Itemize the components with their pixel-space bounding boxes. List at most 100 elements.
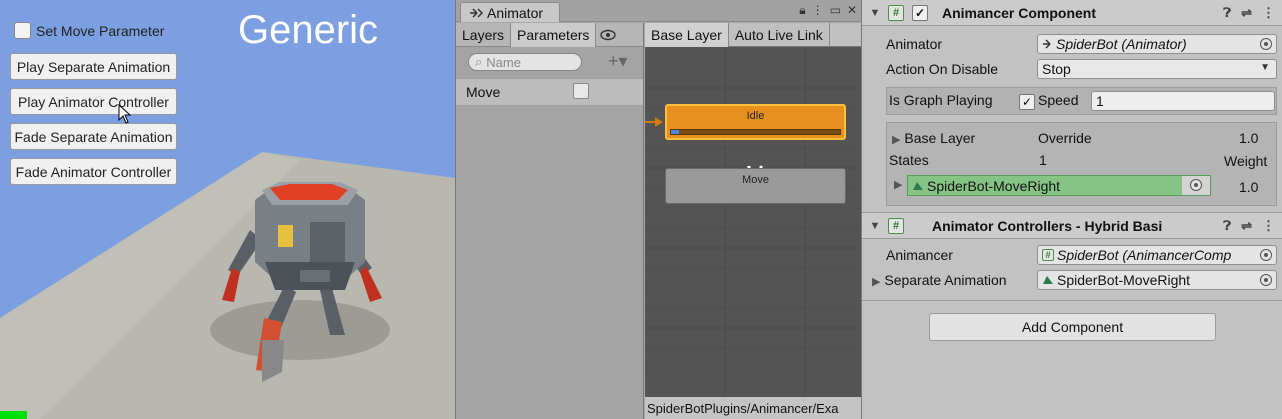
close-icon[interactable]: ✕ — [847, 3, 857, 18]
search-placeholder: Name — [486, 54, 521, 70]
state-foldout-icon[interactable]: ▶ — [894, 178, 902, 191]
foldout-right-icon: ▶ — [892, 134, 901, 146]
editor-root: Generic Set Move Parameter Play Separate… — [0, 0, 1282, 419]
play-separate-animation-button[interactable]: Play Separate Animation — [10, 53, 177, 80]
lock-icon[interactable]: 🔒︎ — [799, 3, 805, 18]
parameter-search-input[interactable]: ⌕ Name — [468, 53, 582, 71]
foldout-icon[interactable]: ▼ — [868, 220, 882, 232]
maximize-icon[interactable]: ▭ — [830, 3, 841, 18]
idle-progress-fill — [671, 130, 680, 134]
object-picker-icon[interactable] — [1260, 274, 1272, 286]
tab-layers[interactable]: Layers — [456, 23, 512, 47]
action-on-disable-label: Action On Disable — [886, 61, 999, 77]
inspector-panel: ▼ # ✓ Animancer Component ❓︎ ⇌ ⋮ Animato… — [861, 0, 1282, 419]
help-icon[interactable]: ❓︎ — [1223, 5, 1231, 21]
header-icons: ❓︎ ⇌ ⋮ — [1223, 5, 1275, 21]
state-row-spiderbot-moveright[interactable]: SpiderBot-MoveRight — [907, 175, 1211, 196]
menu-icon[interactable]: ⋮ — [812, 3, 824, 18]
speed-input[interactable]: 1 — [1091, 91, 1275, 111]
animator-icon — [470, 7, 483, 18]
help-icon[interactable]: ❓︎ — [1223, 218, 1231, 234]
fade-animator-controller-button[interactable]: Fade Animator Controller — [10, 158, 177, 185]
states-count: 1 — [1039, 152, 1047, 168]
set-move-parameter-toggle[interactable]: Set Move Parameter — [14, 22, 164, 39]
animator-icon — [1043, 39, 1051, 49]
eye-icon[interactable] — [596, 23, 617, 46]
component-title: Animator Controllers - Hybrid Basi — [932, 217, 1163, 234]
menu-icon[interactable]: ⋮ — [1262, 218, 1275, 234]
asset-path-footer: SpiderBotPlugins/Animancer/Exa — [645, 397, 861, 419]
animancer-component-header[interactable]: ▼ # ✓ Animancer Component ❓︎ ⇌ ⋮ — [862, 0, 1282, 26]
add-parameter-icon[interactable]: +▾ — [608, 51, 628, 72]
action-value: Stop — [1042, 61, 1071, 77]
layer-weight: 1.0 — [1239, 130, 1259, 146]
base-layer-label: Base Layer — [904, 130, 976, 146]
animator-titlebar: Animator 🔒︎ ⋮ ▭ ✕ — [456, 0, 861, 22]
parameter-row-move[interactable]: Move — [456, 79, 643, 105]
parameters-panel: Layers Parameters ⌕ Name +▾ Move — [456, 23, 644, 419]
graph-toolbar: Base Layer Auto Live Link — [645, 23, 861, 47]
add-component-button[interactable]: Add Component — [929, 313, 1216, 341]
hybrid-component-header[interactable]: ▼ # Animator Controllers - Hybrid Basi ❓… — [862, 213, 1282, 239]
play-animator-controller-button[interactable]: Play Animator Controller — [10, 88, 177, 115]
speed-label: Speed — [1038, 92, 1079, 108]
script-icon: # — [888, 4, 904, 21]
graph-grid — [645, 48, 861, 396]
foldout-icon[interactable]: ▼ — [868, 7, 882, 19]
separate-animation-object-field[interactable]: SpiderBot-MoveRight — [1037, 270, 1277, 290]
animation-clip-icon — [1043, 276, 1053, 284]
chevron-down-icon: ▼ — [1260, 62, 1270, 73]
separate-animation-value: SpiderBot-MoveRight — [1057, 272, 1191, 288]
animator-tab-label: Animator — [487, 4, 544, 21]
object-picker-icon[interactable] — [1260, 249, 1272, 261]
layers-parameters-tabs: Layers Parameters — [456, 23, 643, 47]
animator-tab[interactable]: Animator — [460, 2, 560, 22]
tab-parameters[interactable]: Parameters — [511, 23, 597, 47]
base-layer-foldout[interactable]: ▶ Base Layer — [892, 130, 975, 146]
toggle-checkbox[interactable] — [14, 22, 31, 39]
component-enabled-checkbox[interactable]: ✓ — [912, 4, 928, 21]
state-node-idle[interactable]: Idle — [665, 104, 846, 140]
separate-animation-label: Separate Animation — [884, 272, 1007, 288]
object-picker-icon[interactable] — [1260, 38, 1272, 50]
window-controls: 🔒︎ ⋮ ▭ ✕ — [799, 3, 857, 18]
animator-object-field[interactable]: SpiderBot (Animator) — [1037, 34, 1277, 54]
menu-icon[interactable]: ⋮ — [1262, 5, 1275, 21]
animator-window: Animator 🔒︎ ⋮ ▭ ✕ Layers Parameters ⌕ Na… — [455, 0, 861, 419]
animator-graph[interactable]: Base Layer Auto Live Link Idle Move Spid… — [645, 23, 861, 419]
state-node-move[interactable]: Move — [665, 168, 846, 204]
animancer-value: SpiderBot (AnimancerComp — [1057, 247, 1232, 263]
object-picker-icon[interactable] — [1190, 179, 1202, 191]
component-divider — [862, 300, 1282, 301]
separate-animation-foldout[interactable]: ▶ Separate Animation — [872, 272, 1007, 288]
idle-progress-bar — [670, 129, 841, 135]
weight-label: Weight — [1224, 153, 1268, 169]
toggle-label: Set Move Parameter — [36, 22, 165, 39]
script-icon: # — [1042, 249, 1054, 261]
is-graph-playing-label: Is Graph Playing — [889, 92, 993, 108]
base-layer-breadcrumb[interactable]: Base Layer — [645, 23, 729, 47]
animation-clip-icon — [913, 181, 923, 190]
state-move-label: Move — [742, 174, 769, 186]
states-label: States — [889, 152, 929, 168]
auto-live-link-toggle[interactable]: Auto Live Link — [729, 23, 830, 47]
layer-mode: Override — [1038, 130, 1092, 146]
animancer-object-field[interactable]: # SpiderBot (AnimancerComp — [1037, 245, 1277, 265]
state-weight: 1.0 — [1239, 179, 1259, 195]
foldout-right-icon: ▶ — [872, 276, 881, 288]
header-icons: ❓︎ ⇌ ⋮ — [1223, 218, 1275, 234]
parameter-move-checkbox[interactable] — [573, 83, 589, 99]
script-icon: # — [888, 217, 904, 234]
game-view: Generic Set Move Parameter Play Separate… — [0, 0, 455, 419]
animator-label: Animator — [886, 36, 943, 52]
game-title: Generic — [238, 8, 379, 52]
is-graph-playing-checkbox[interactable]: ✓ — [1019, 94, 1035, 110]
component-title: Animancer Component — [942, 4, 1097, 21]
preset-icon[interactable]: ⇌ — [1241, 218, 1252, 234]
state-idle-label: Idle — [746, 110, 765, 122]
fade-separate-animation-button[interactable]: Fade Separate Animation — [10, 123, 177, 150]
preset-icon[interactable]: ⇌ — [1241, 5, 1252, 21]
action-on-disable-dropdown[interactable]: Stop ▼ — [1037, 59, 1277, 79]
status-indicator — [0, 411, 27, 419]
state-name: SpiderBot-MoveRight — [927, 177, 1061, 194]
